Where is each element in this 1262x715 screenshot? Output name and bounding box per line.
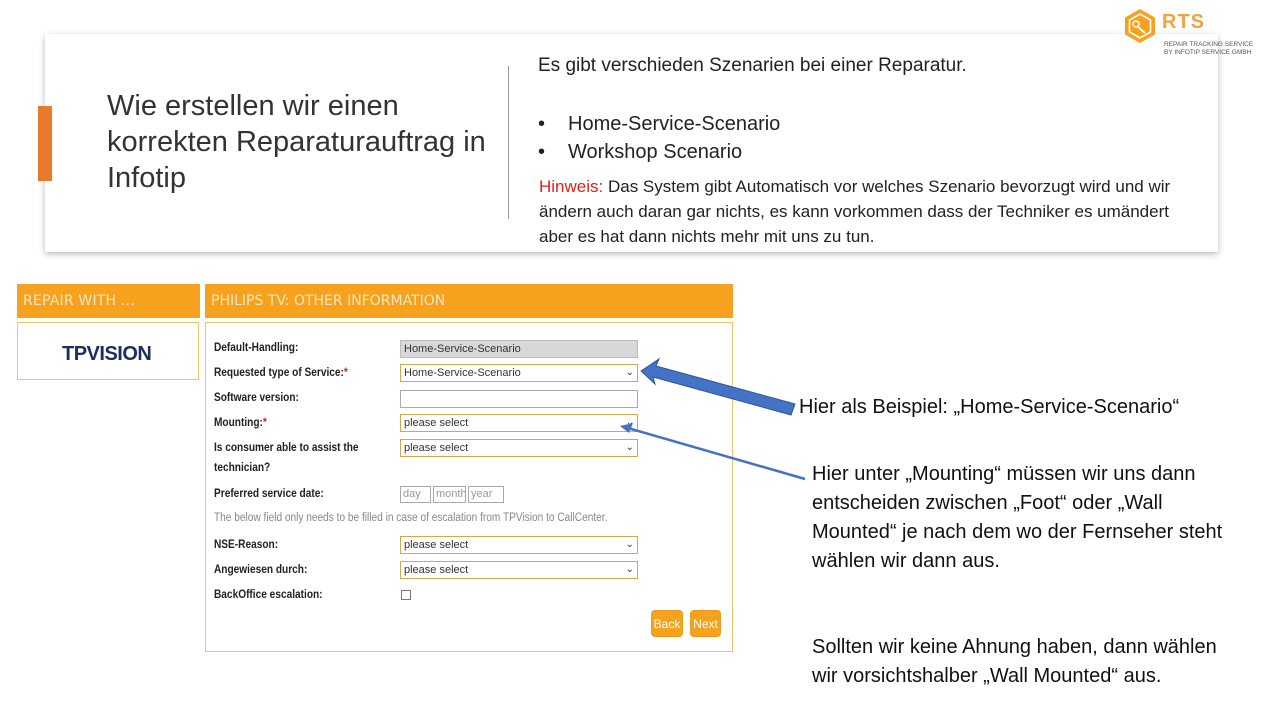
- angewiesen-label: Angewiesen durch:: [214, 564, 308, 576]
- date-day-input[interactable]: day: [400, 486, 431, 503]
- intro-text: Es gibt verschieden Szenarien bei einer …: [538, 55, 967, 76]
- logo-subtitle: REPAIR TRACKING SERVICE BY INFOTIP SERVI…: [1164, 41, 1253, 57]
- nse-reason-select[interactable]: please select ⌄: [400, 536, 638, 554]
- logo-subtitle-line1: REPAIR TRACKING SERVICE: [1164, 41, 1254, 48]
- consumer-assist-label-line2: technician?: [214, 462, 271, 474]
- brand-panel: TPVISION: [17, 322, 199, 380]
- preferred-date-label: Preferred service date:: [214, 488, 324, 500]
- service-type-value: Home-Service-Scenario: [404, 367, 521, 379]
- consumer-assist-value: please select: [404, 442, 469, 454]
- form-header: PHILIPS TV: OTHER INFORMATION: [205, 284, 733, 318]
- software-version-label: Software version:: [214, 392, 299, 404]
- repair-with-header: REPAIR WITH ...: [17, 284, 200, 318]
- example-annotation: Hier als Beispiel: „Home-Service-Scenari…: [799, 396, 1180, 418]
- chevron-down-icon: ⌄: [625, 564, 634, 575]
- service-type-label-text: Requested type of Service:: [214, 367, 344, 379]
- hint-paragraph: Hinweis: Das System gibt Automatisch vor…: [539, 174, 1199, 249]
- mounting-label: Mounting:*: [214, 413, 267, 433]
- angewiesen-value: please select: [404, 564, 469, 576]
- tpvision-logo-text: TPVISION: [62, 343, 152, 365]
- rts-logo: RTS REPAIR TRACKING SERVICE BY INFOTIP S…: [1122, 5, 1262, 63]
- hint-text: Das System gibt Automatisch vor welches …: [539, 177, 1171, 246]
- hint-label: Hinweis:: [539, 177, 604, 196]
- software-version-input[interactable]: [400, 390, 638, 408]
- service-type-select[interactable]: Home-Service-Scenario ⌄: [400, 364, 638, 382]
- accent-bar: [38, 106, 52, 181]
- logo-name: RTS: [1162, 11, 1205, 33]
- default-handling-field: Home-Service-Scenario: [400, 340, 638, 358]
- tpvision-logo: TPVISION: [62, 343, 152, 366]
- angewiesen-select[interactable]: please select ⌄: [400, 561, 638, 579]
- next-button[interactable]: Next: [690, 610, 721, 637]
- mounting-label-text: Mounting:: [214, 417, 263, 429]
- nse-reason-label: NSE-Reason:: [214, 539, 279, 551]
- mounting-select[interactable]: please select ⌄: [400, 414, 638, 432]
- rts-logo-icon: [1125, 9, 1155, 43]
- scenario-item-workshop: Workshop Scenario: [538, 138, 780, 166]
- required-marker: *: [262, 417, 267, 429]
- scenario-list: Home-Service-Scenario Workshop Scenario: [538, 110, 780, 166]
- consumer-assist-label-line1: Is consumer able to assist the: [214, 442, 359, 454]
- chevron-down-icon: ⌄: [625, 442, 634, 453]
- scenario-item-home-service: Home-Service-Scenario: [538, 110, 780, 138]
- backoffice-checkbox[interactable]: [401, 590, 411, 600]
- chevron-down-icon: ⌄: [625, 539, 634, 550]
- backoffice-label: BackOffice escalation:: [214, 589, 323, 601]
- consumer-assist-select[interactable]: please select ⌄: [400, 439, 638, 457]
- title-divider: [508, 66, 509, 219]
- consumer-assist-label: Is consumer able to assist the technicia…: [214, 438, 359, 478]
- service-type-label: Requested type of Service:*: [214, 363, 348, 383]
- escalation-note: The below field only needs to be filled …: [214, 512, 608, 524]
- advice-annotation: Sollten wir keine Ahnung haben, dann wäh…: [812, 636, 1217, 687]
- nse-reason-value: please select: [404, 539, 469, 551]
- slide-title: Wie erstellen wir einen korrekten Repara…: [107, 90, 486, 194]
- date-year-input[interactable]: year: [468, 486, 504, 503]
- mounting-annotation: Hier unter „Mounting“ müssen wir uns dan…: [812, 463, 1223, 572]
- back-button[interactable]: Back: [651, 610, 683, 637]
- chevron-down-icon: ⌄: [625, 417, 634, 428]
- chevron-down-icon: ⌄: [625, 367, 634, 378]
- required-marker: *: [343, 367, 348, 379]
- default-handling-label: Default-Handling:: [214, 342, 299, 354]
- logo-subtitle-line2: BY INFOTIP SERVICE GMBH: [1164, 49, 1252, 56]
- mounting-value: please select: [404, 417, 469, 429]
- date-month-input[interactable]: month: [433, 486, 467, 503]
- other-information-form: Default-Handling: Home-Service-Scenario …: [205, 322, 733, 652]
